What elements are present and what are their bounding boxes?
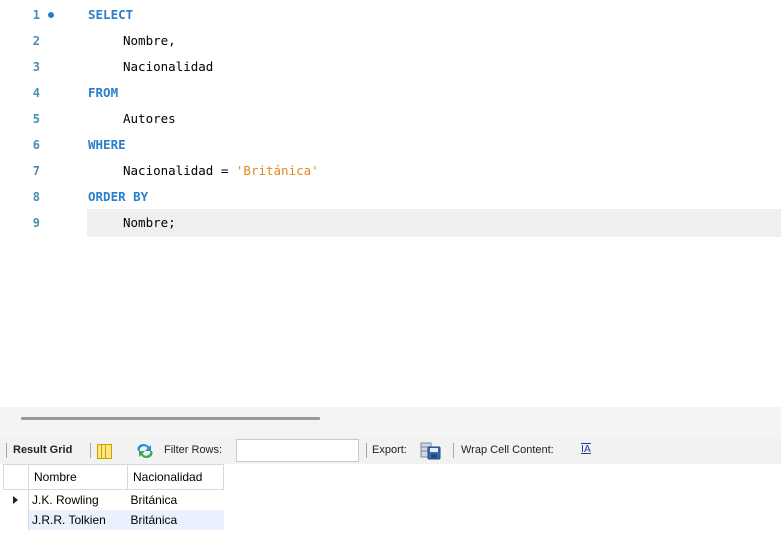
- panel-splitter[interactable]: [0, 407, 781, 437]
- line-number: 4: [32, 86, 40, 100]
- line-number: 2: [32, 34, 40, 48]
- wrap-cell-label: Wrap Cell Content:: [461, 444, 554, 456]
- toolbar-separator: [90, 443, 91, 458]
- row-marker: [3, 510, 29, 530]
- sql-identifier: Autores: [123, 111, 176, 126]
- sql-identifier: Nacionalidad =: [123, 163, 236, 178]
- result-grid-tab[interactable]: Result Grid: [13, 437, 72, 464]
- row-marker: [3, 489, 29, 510]
- row-marker-header: [3, 464, 29, 490]
- sql-keyword: WHERE: [88, 137, 126, 152]
- code-line[interactable]: 2 Nombre,: [0, 28, 781, 54]
- code-text: ORDER BY: [88, 184, 148, 210]
- code-line[interactable]: 1 SELECT: [0, 2, 781, 28]
- line-number: 8: [32, 190, 40, 204]
- code-text: WHERE: [88, 132, 126, 158]
- sql-keyword: ORDER BY: [88, 189, 149, 204]
- code-line[interactable]: 8 ORDER BY: [0, 184, 781, 210]
- toolbar-separator: [366, 443, 367, 458]
- splitter-handle[interactable]: [21, 417, 320, 420]
- export-label: Export:: [372, 444, 407, 456]
- line-number: 6: [32, 138, 40, 152]
- code-text: SELECT: [88, 2, 133, 28]
- code-text: Autores: [88, 106, 176, 132]
- filter-rows-label: Filter Rows:: [164, 444, 223, 456]
- current-row-arrow-icon: [13, 496, 19, 504]
- code-line[interactable]: 4 FROM: [0, 80, 781, 106]
- sql-identifier: Nacionalidad: [123, 59, 214, 74]
- cell-nacionalidad[interactable]: Británica: [127, 510, 224, 530]
- code-text: FROM: [88, 80, 118, 106]
- result-toolbar: Result Grid Filter Rows: Export: Wrap Ce…: [0, 437, 781, 464]
- code-text: Nombre;: [88, 210, 176, 236]
- sql-identifier: Nombre,: [123, 33, 176, 48]
- line-number: 9: [32, 216, 40, 230]
- code-line[interactable]: 6 WHERE: [0, 132, 781, 158]
- refresh-icon[interactable]: [135, 443, 155, 459]
- result-table: Nombre Nacionalidad J.K. Rowling Británi…: [3, 464, 224, 530]
- code-line[interactable]: 5 Autores: [0, 106, 781, 132]
- statement-marker-icon: [48, 12, 54, 18]
- filter-rows-input[interactable]: [236, 439, 359, 462]
- table-row[interactable]: J.R.R. Tolkien Británica: [3, 510, 224, 530]
- toolbar-separator: [453, 443, 454, 458]
- line-number: 7: [32, 164, 40, 178]
- code-text: Nacionalidad = 'Británica': [88, 158, 319, 184]
- export-icon[interactable]: [420, 442, 442, 460]
- sql-string: 'Británica': [235, 163, 319, 178]
- toolbar-separator: [6, 443, 7, 458]
- result-grid[interactable]: Nombre Nacionalidad J.K. Rowling Británi…: [0, 464, 781, 560]
- code-line[interactable]: 7 Nacionalidad = 'Británica': [0, 158, 781, 184]
- code-line[interactable]: 3 Nacionalidad: [0, 54, 781, 80]
- line-number: 5: [32, 112, 40, 126]
- sql-identifier: Nombre;: [123, 215, 176, 230]
- cell-nombre[interactable]: J.K. Rowling: [29, 490, 128, 511]
- column-header-nombre[interactable]: Nombre: [28, 464, 128, 490]
- cell-nacionalidad[interactable]: Británica: [128, 490, 224, 511]
- line-number: 3: [32, 60, 40, 74]
- wrap-cell-icon[interactable]: IA: [581, 444, 591, 456]
- table-header-row: Nombre Nacionalidad: [3, 464, 224, 490]
- sql-keyword: FROM: [88, 85, 119, 100]
- column-header-nacionalidad[interactable]: Nacionalidad: [127, 464, 224, 490]
- sql-editor[interactable]: 1 SELECT 2 Nombre, 3 Nacionalidad 4 FROM 5 Autore…: [0, 0, 781, 407]
- table-row[interactable]: J.K. Rowling Británica: [3, 489, 224, 511]
- code-text: Nombre,: [88, 28, 176, 54]
- code-text: Nacionalidad: [88, 54, 213, 80]
- grid-layout-icon[interactable]: [97, 444, 112, 459]
- cell-nombre[interactable]: J.R.R. Tolkien: [28, 510, 128, 530]
- sql-keyword: SELECT: [88, 7, 134, 22]
- code-line[interactable]: 9 Nombre;: [0, 210, 781, 236]
- line-number: 1: [32, 8, 40, 22]
